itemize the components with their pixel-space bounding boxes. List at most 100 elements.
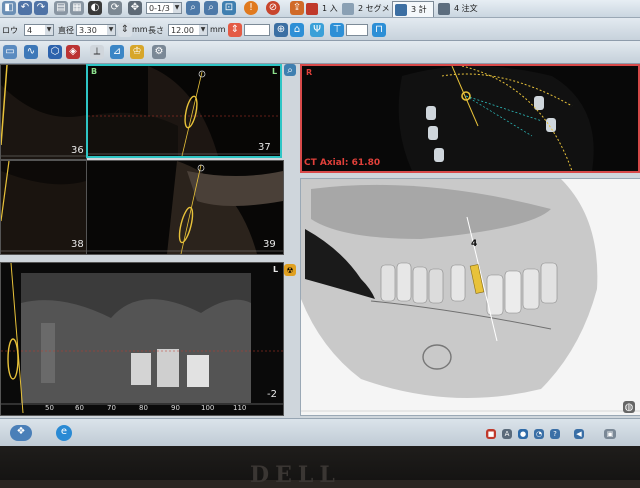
main-toolbar: ◧ ↶ ↷ ▤ ▦ ◐ ⟳ ✥ 0-1/3 ▼ ⌕ ⌕ ⊡ ! ⊘ ⇪ 1 入力… [0, 0, 640, 30]
info-icon[interactable]: ! [244, 1, 258, 15]
tab-order[interactable]: 4 注文 [436, 1, 480, 17]
layout-icon[interactable]: ▤ [54, 1, 68, 15]
cube-icon[interactable]: ⬡ [48, 45, 62, 59]
diameter-combo[interactable]: 3.30 ▼ [76, 24, 116, 36]
zoom-in-icon[interactable]: ⌕ [186, 1, 200, 15]
cross-section-37[interactable]: B L 37 [86, 64, 282, 158]
tab-segment[interactable]: 2 セグメント [340, 1, 392, 29]
row-combo-value: 4 [27, 26, 33, 35]
chevron-down-icon: ▼ [173, 3, 181, 13]
length-spin-icon[interactable]: ⇕ [228, 23, 242, 37]
planning-software-window: ◧ ↶ ↷ ▤ ▦ ◐ ⟳ ✥ 0-1/3 ▼ ⌕ ⌕ ⊡ ! ⊘ ⇪ 1 入力… [0, 0, 640, 446]
segment-tab-icon [342, 3, 354, 15]
save-icon[interactable]: ◧ [2, 1, 16, 15]
redo-icon[interactable]: ↷ [34, 1, 48, 15]
pan-icon[interactable]: ✥ [128, 1, 142, 15]
abutment-icon[interactable]: ⊤ [330, 23, 344, 37]
length-combo[interactable]: 12.00 ▼ [168, 24, 208, 36]
diameter-value: 3.30 [79, 26, 97, 35]
undo-icon[interactable]: ↶ [18, 1, 32, 15]
magnify-icon[interactable]: ⌕ [284, 64, 296, 76]
ct-axial-view[interactable]: R CT Axial: 61.80 [300, 64, 640, 173]
zoom-out-icon[interactable]: ⌕ [204, 1, 218, 15]
axis-tick: 90 [171, 404, 180, 412]
curve-icon[interactable]: ∿ [24, 45, 38, 59]
window-level-icon[interactable]: ◐ [88, 1, 102, 15]
notification-icon[interactable]: ▣ [604, 429, 616, 439]
settings-icon[interactable]: ⚙ [152, 45, 166, 59]
volume-icon[interactable]: ◀ [574, 429, 584, 439]
chevron-down-icon: ▼ [107, 25, 115, 35]
ct-axial-caption: CT Axial: 61.80 [304, 158, 381, 168]
panoramic-icon[interactable]: ▭ [3, 45, 17, 59]
implant-number: 4 [471, 239, 478, 249]
tab-order-label: 4 注文 [454, 4, 478, 13]
tab-input[interactable]: 1 入力 [304, 1, 338, 29]
help-icon[interactable]: ? [550, 429, 560, 439]
3d-render-view[interactable]: 4 ◍ [300, 178, 640, 416]
panel-label-l: L [272, 67, 278, 76]
panel-label-b: B [91, 67, 98, 76]
measure-icon[interactable]: ⊿ [110, 45, 124, 59]
diameter-spin-icon[interactable]: ⇕ [118, 23, 132, 37]
fit-icon[interactable]: ⊡ [222, 1, 236, 15]
panoramic-image [1, 263, 283, 415]
cross-section-image [87, 161, 283, 254]
axis-tick: 110 [233, 404, 247, 412]
implant-toolbar: ロウ 4 ▼ 直径 3.30 ▼ ⇕ mm 長さ 12.00 ▼ mm ⇕ ⊕ … [0, 18, 640, 41]
monitor-logo: DELL [250, 462, 341, 488]
axis-tick: 100 [201, 404, 215, 412]
view-toolbar: ▭ ∿ ⬡ ◈ ⟂ ⊿ ♔ ⚙ [0, 41, 640, 64]
cross-section-38[interactable]: 38 [0, 160, 87, 255]
panoramic-view[interactable]: L 50 60 70 80 90 100 110 -2 [0, 262, 284, 416]
plan-tab-icon [395, 4, 407, 16]
row-label: ロウ [2, 26, 18, 35]
language-icon[interactable]: A [502, 429, 512, 439]
grid-icon[interactable]: ▦ [70, 1, 84, 15]
cross-section-39[interactable]: 39 [86, 160, 284, 255]
chevron-down-icon: ▼ [199, 25, 207, 35]
radiation-icon[interactable]: ☢ [284, 264, 296, 276]
length-value: 12.00 [171, 26, 194, 35]
slice-number: -2 [267, 389, 277, 400]
axis-tick: 70 [107, 404, 116, 412]
crown-icon[interactable]: ♔ [130, 45, 144, 59]
cart-icon [438, 3, 450, 15]
export-icon[interactable]: ⇪ [290, 1, 304, 15]
zoom-combo-value: 0-1/3 [149, 4, 170, 13]
row-combo[interactable]: 4 ▼ [24, 24, 54, 36]
axial-image [302, 66, 638, 171]
input-tab-icon [306, 3, 318, 15]
implant-library-icon[interactable]: ⌂ [290, 23, 304, 37]
blank-field[interactable] [244, 24, 270, 36]
axis-tick: 50 [45, 404, 54, 412]
abutment-field[interactable] [346, 24, 368, 36]
browser-icon[interactable]: e [56, 425, 72, 441]
axis-tick: 60 [75, 404, 84, 412]
ruler-icon[interactable]: ⟂ [90, 45, 104, 59]
axis-tick: 80 [139, 404, 148, 412]
slice-number: 37 [258, 142, 271, 153]
3d-orientation-icon[interactable]: ◍ [623, 401, 635, 413]
panel-label-r: R [306, 68, 313, 77]
sleeve-icon[interactable]: Ψ [310, 23, 324, 37]
stop-icon[interactable]: ⊘ [266, 1, 280, 15]
guide-icon[interactable]: ⊓ [372, 23, 386, 37]
3d-render-image [301, 179, 640, 415]
length-label: 長さ [148, 26, 164, 35]
add-implant-icon[interactable]: ⊕ [274, 23, 288, 37]
slice-number: 38 [71, 239, 84, 250]
taskbar: ❖ e ■ A ● ◔ ? ◀ ▣ [0, 418, 640, 446]
ime-icon[interactable]: ● [518, 429, 528, 439]
length-unit: mm [210, 25, 226, 34]
rotate-icon[interactable]: ⟳ [108, 1, 122, 15]
zoom-combo[interactable]: 0-1/3 ▼ [146, 2, 182, 14]
cross-section-36[interactable]: 36 [0, 64, 87, 160]
nerve-icon[interactable]: ◈ [66, 45, 80, 59]
tab-plan[interactable]: 3 計画 [392, 1, 434, 30]
chevron-down-icon: ▼ [45, 25, 53, 35]
start-icon[interactable]: ❖ [10, 425, 32, 441]
network-icon[interactable]: ◔ [534, 429, 544, 439]
cross-section-image [88, 66, 280, 156]
tray-icon[interactable]: ■ [486, 429, 496, 439]
